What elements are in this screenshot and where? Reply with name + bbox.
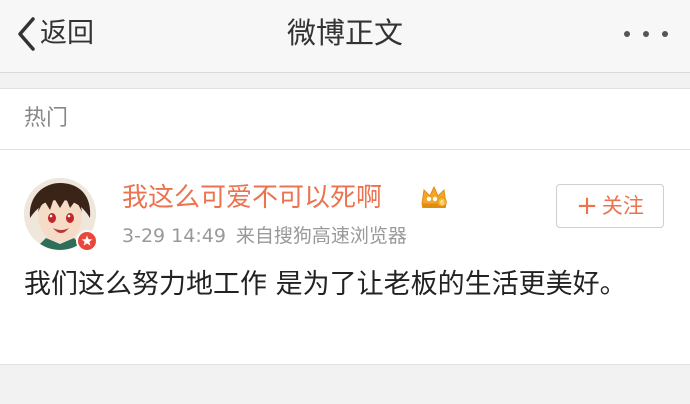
post-source: 来自搜狗高速浏览器 [235,225,407,247]
section-header: 热门 [0,88,690,150]
nav-bar: 返回 微博正文 [0,0,690,73]
svg-text:6: 6 [440,200,444,207]
post-body-text: 我们这么努力地工作 是为了让老板的生活更美好。 [24,269,627,300]
crown-badge-icon: 6 [421,185,447,208]
username-link[interactable]: 我这么可爱不可以死啊 [122,180,382,216]
section-label-hot: 热门 [24,106,69,131]
more-dots-icon [662,31,668,37]
avatar[interactable] [24,178,98,252]
follow-label: 关注 [601,194,644,218]
weibo-post-page: 返回 微博正文 热门 我这么可爱不可以死啊 6 3-29 14:49 来自搜狗高… [0,0,690,404]
more-dots-icon [643,31,649,37]
verified-badge-icon [76,230,98,252]
post-card: 我这么可爱不可以死啊 6 3-29 14:49 来自搜狗高速浏览器 + 关注 我们… [0,150,690,365]
plus-icon: + [576,191,598,221]
chevron-left-icon [18,17,35,51]
follow-button[interactable]: + 关注 [556,184,664,228]
more-button[interactable] [624,20,668,48]
page-title: 微博正文 [286,16,403,50]
post-date: 3-29 14:49 [122,225,226,247]
more-dots-icon [624,31,630,37]
back-button[interactable]: 返回 [16,14,94,54]
back-label: 返回 [40,18,94,49]
post-meta: 3-29 14:49 来自搜狗高速浏览器 [122,222,417,250]
